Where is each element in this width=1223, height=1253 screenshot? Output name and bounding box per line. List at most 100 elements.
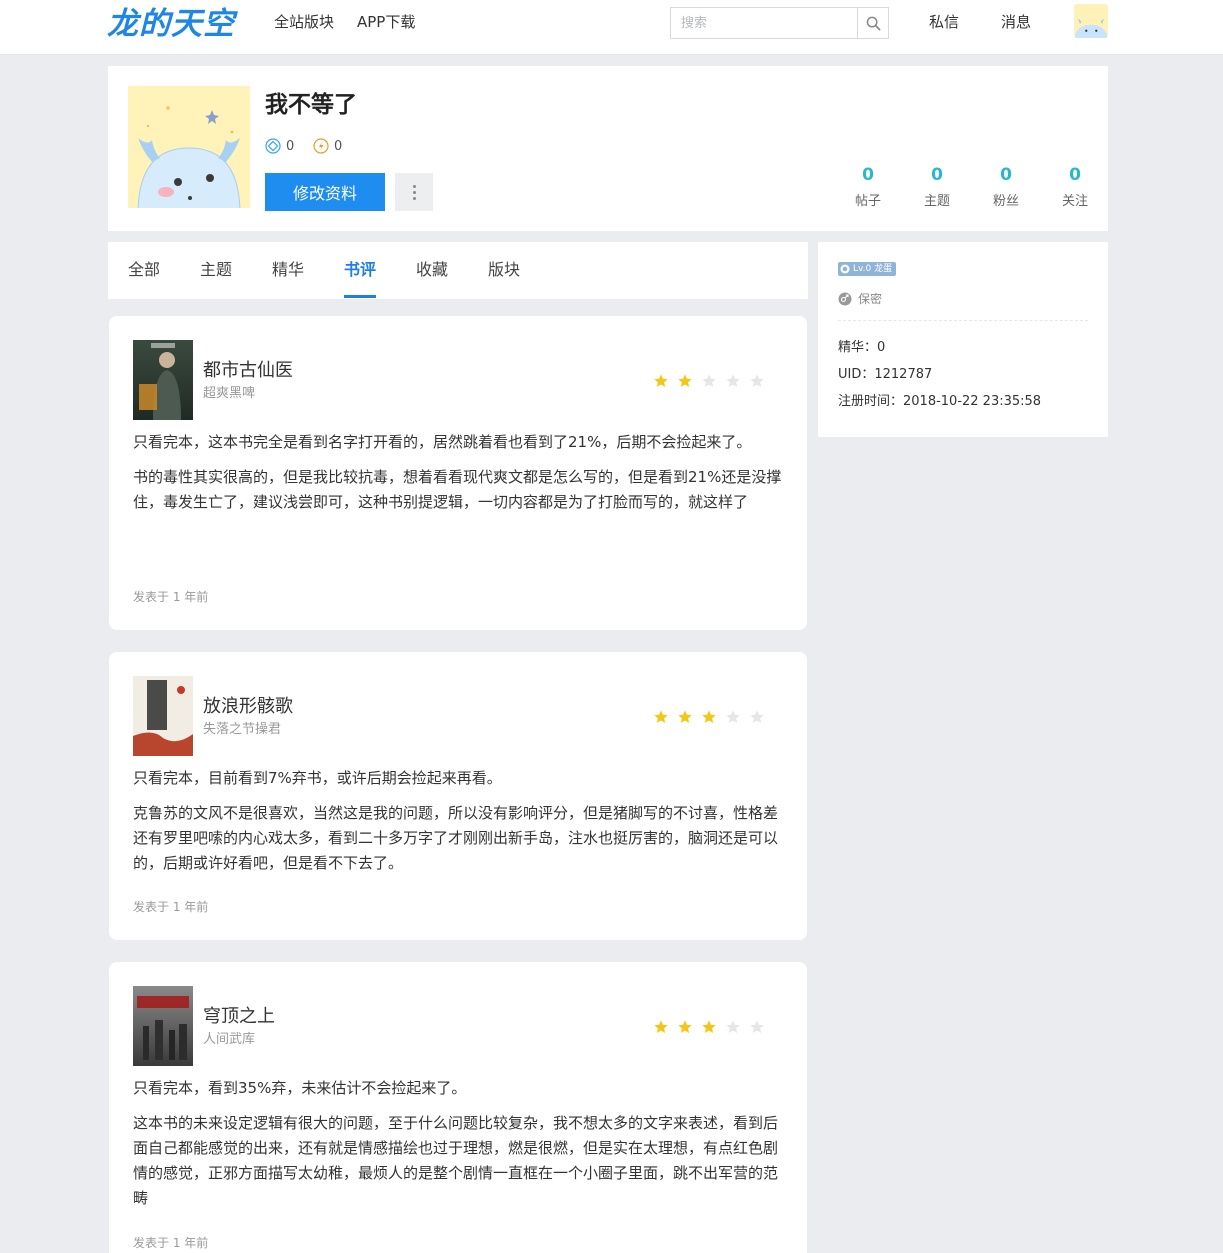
star-icon <box>654 1020 668 1033</box>
site-logo[interactable]: 龙的天空 <box>107 4 235 44</box>
avatar-dragon-icon <box>128 86 250 208</box>
star-icon <box>726 1020 740 1033</box>
gender-text: 保密 <box>858 292 883 306</box>
star-icon <box>654 710 668 723</box>
stat-topics[interactable]: 0 主题 <box>907 164 967 209</box>
profile-header: 我不等了 0 0 修改资料 0 帖子 0 主题 0 粉丝 0 关注 <box>108 66 1108 231</box>
diamond-count: 0 <box>286 138 295 154</box>
star-icon <box>702 1020 716 1033</box>
review-paragraph: 这本书的未来设定逻辑有很大的问题，至于什么问题比较复杂，我不想太多的文字来表述，… <box>133 1114 779 1207</box>
stat-label: 主题 <box>923 194 950 209</box>
level-badge: Lv.0 龙蛋 <box>838 262 897 276</box>
nav-notifications[interactable]: 消息 <box>1001 13 1031 31</box>
nav-link-all-boards[interactable]: 全站版块 <box>274 13 334 31</box>
review-time: 发表于 1 年前 <box>133 590 209 604</box>
stat-value: 0 <box>1069 165 1081 185</box>
search-input[interactable] <box>671 8 858 38</box>
stat-posts[interactable]: 0 帖子 <box>838 164 898 209</box>
review-text: 只看完本，看到35%弃，未来估计不会捡起来了。 这本书的未来设定逻辑有很大的问题… <box>133 1076 783 1211</box>
search-box <box>670 7 889 39</box>
rating-stars <box>653 709 765 725</box>
book-cover-image <box>133 676 193 756</box>
rating-stars <box>653 1019 765 1035</box>
review-card: 放浪形骸歌 失落之节操君 只看完本，目前看到7%弃书，或许后期会捡起来再看。 克… <box>109 652 807 940</box>
user-avatar-small[interactable] <box>1074 4 1108 38</box>
nav-private-messages[interactable]: 私信 <box>929 13 959 31</box>
profile-username: 我不等了 <box>265 92 357 118</box>
more-options-button[interactable] <box>395 173 433 211</box>
review-card: 都市古仙医 超爽黑啤 只看完本，这本书完全是看到名字打开看的，居然跳着看也看到了… <box>109 316 807 630</box>
star-icon <box>750 1020 764 1033</box>
star-icon <box>678 710 692 723</box>
book-title[interactable]: 放浪形骸歌 <box>203 696 293 718</box>
star-icon <box>726 374 740 387</box>
review-paragraph: 只看完本，目前看到7%弃书，或许后期会捡起来再看。 <box>133 769 502 787</box>
active-tab-indicator <box>344 295 376 298</box>
user-uid: UID：1212787 <box>838 367 933 382</box>
top-navbar: 龙的天空 全站版块 APP下载 私信 消息 <box>0 0 1223 55</box>
star-icon <box>726 710 740 723</box>
book-title[interactable]: 穹顶之上 <box>203 1006 275 1028</box>
more-dots-icon <box>412 184 416 188</box>
book-cover[interactable] <box>133 986 193 1066</box>
stat-label: 帖子 <box>854 194 881 209</box>
review-paragraph: 只看完本，看到35%弃，未来估计不会捡起来了。 <box>133 1079 467 1097</box>
level-text: Lv.0 龙蛋 <box>853 264 893 274</box>
sidebar-divider <box>838 320 1088 321</box>
book-cover-image <box>133 340 193 420</box>
edit-profile-button[interactable]: 修改资料 <box>265 173 385 211</box>
user-info-sidebar: Lv.0 龙蛋 保密 精华：0 UID：1212787 注册时间：2018-10… <box>818 242 1108 437</box>
review-paragraph: 只看完本，这本书完全是看到名字打开看的，居然跳着看也看到了21%，后期不会捡起来… <box>133 433 752 451</box>
stat-value: 0 <box>931 165 943 185</box>
stat-value: 0 <box>862 165 874 185</box>
review-time: 发表于 1 年前 <box>133 1236 209 1250</box>
stat-following[interactable]: 0 关注 <box>1045 164 1105 209</box>
nav-link-app-download[interactable]: APP下载 <box>357 13 415 31</box>
stat-followers[interactable]: 0 粉丝 <box>976 164 1036 209</box>
search-icon <box>866 16 880 30</box>
tab-favorites[interactable]: 收藏 <box>416 260 448 280</box>
review-card: 穹顶之上 人间武库 只看完本，看到35%弃，未来估计不会捡起来了。 这本书的未来… <box>109 962 807 1253</box>
book-cover[interactable] <box>133 340 193 420</box>
diamond-icon <box>265 138 281 154</box>
gold-count: 0 <box>334 138 343 154</box>
star-icon <box>678 1020 692 1033</box>
book-author[interactable]: 超爽黑啤 <box>203 386 255 402</box>
review-text: 只看完本，这本书完全是看到名字打开看的，居然跳着看也看到了21%，后期不会捡起来… <box>133 430 783 515</box>
diamond-coin: 0 <box>265 138 294 154</box>
star-icon <box>702 374 716 387</box>
tab-topics[interactable]: 主题 <box>200 260 232 280</box>
stat-label: 关注 <box>1061 194 1088 209</box>
gender-privacy: 保密 <box>838 290 882 307</box>
profile-tabs: 全部 主题 精华 书评 收藏 版块 <box>108 242 808 299</box>
tab-all[interactable]: 全部 <box>128 260 160 280</box>
star-icon <box>678 374 692 387</box>
book-author[interactable]: 失落之节操君 <box>203 722 281 738</box>
star-icon <box>750 710 764 723</box>
book-cover-image <box>133 986 193 1066</box>
star-icon <box>654 374 668 387</box>
profile-avatar[interactable] <box>128 86 250 208</box>
tab-essence[interactable]: 精华 <box>272 260 304 280</box>
book-cover[interactable] <box>133 676 193 756</box>
review-text: 只看完本，目前看到7%弃书，或许后期会捡起来再看。 克鲁苏的文风不是很喜欢，当然… <box>133 766 783 876</box>
level-icon <box>840 264 850 274</box>
review-paragraph: 克鲁苏的文风不是很喜欢，当然这是我的问题，所以没有影响评分，但是猪脚写的不讨喜，… <box>133 804 779 872</box>
stat-label: 粉丝 <box>992 194 1019 209</box>
stat-value: 0 <box>1000 165 1012 185</box>
registration-time: 注册时间：2018-10-22 23:35:58 <box>838 394 1042 409</box>
review-time: 发表于 1 年前 <box>133 900 209 914</box>
book-title[interactable]: 都市古仙医 <box>203 360 293 382</box>
rating-stars <box>653 373 765 389</box>
gender-icon <box>838 292 852 305</box>
tab-boards[interactable]: 版块 <box>488 260 520 280</box>
avatar-dragon-icon <box>1074 4 1108 38</box>
star-icon <box>750 374 764 387</box>
tab-reviews[interactable]: 书评 <box>344 260 376 280</box>
essence-count: 精华：0 <box>838 340 886 355</box>
search-button[interactable] <box>857 8 888 38</box>
book-author[interactable]: 人间武库 <box>203 1032 255 1048</box>
gold-coin: 0 <box>313 138 342 154</box>
star-icon <box>702 710 716 723</box>
review-paragraph: 书的毒性其实很高的，但是我比较抗毒，想着看看现代爽文都是怎么写的，但是看到21%… <box>133 468 782 511</box>
